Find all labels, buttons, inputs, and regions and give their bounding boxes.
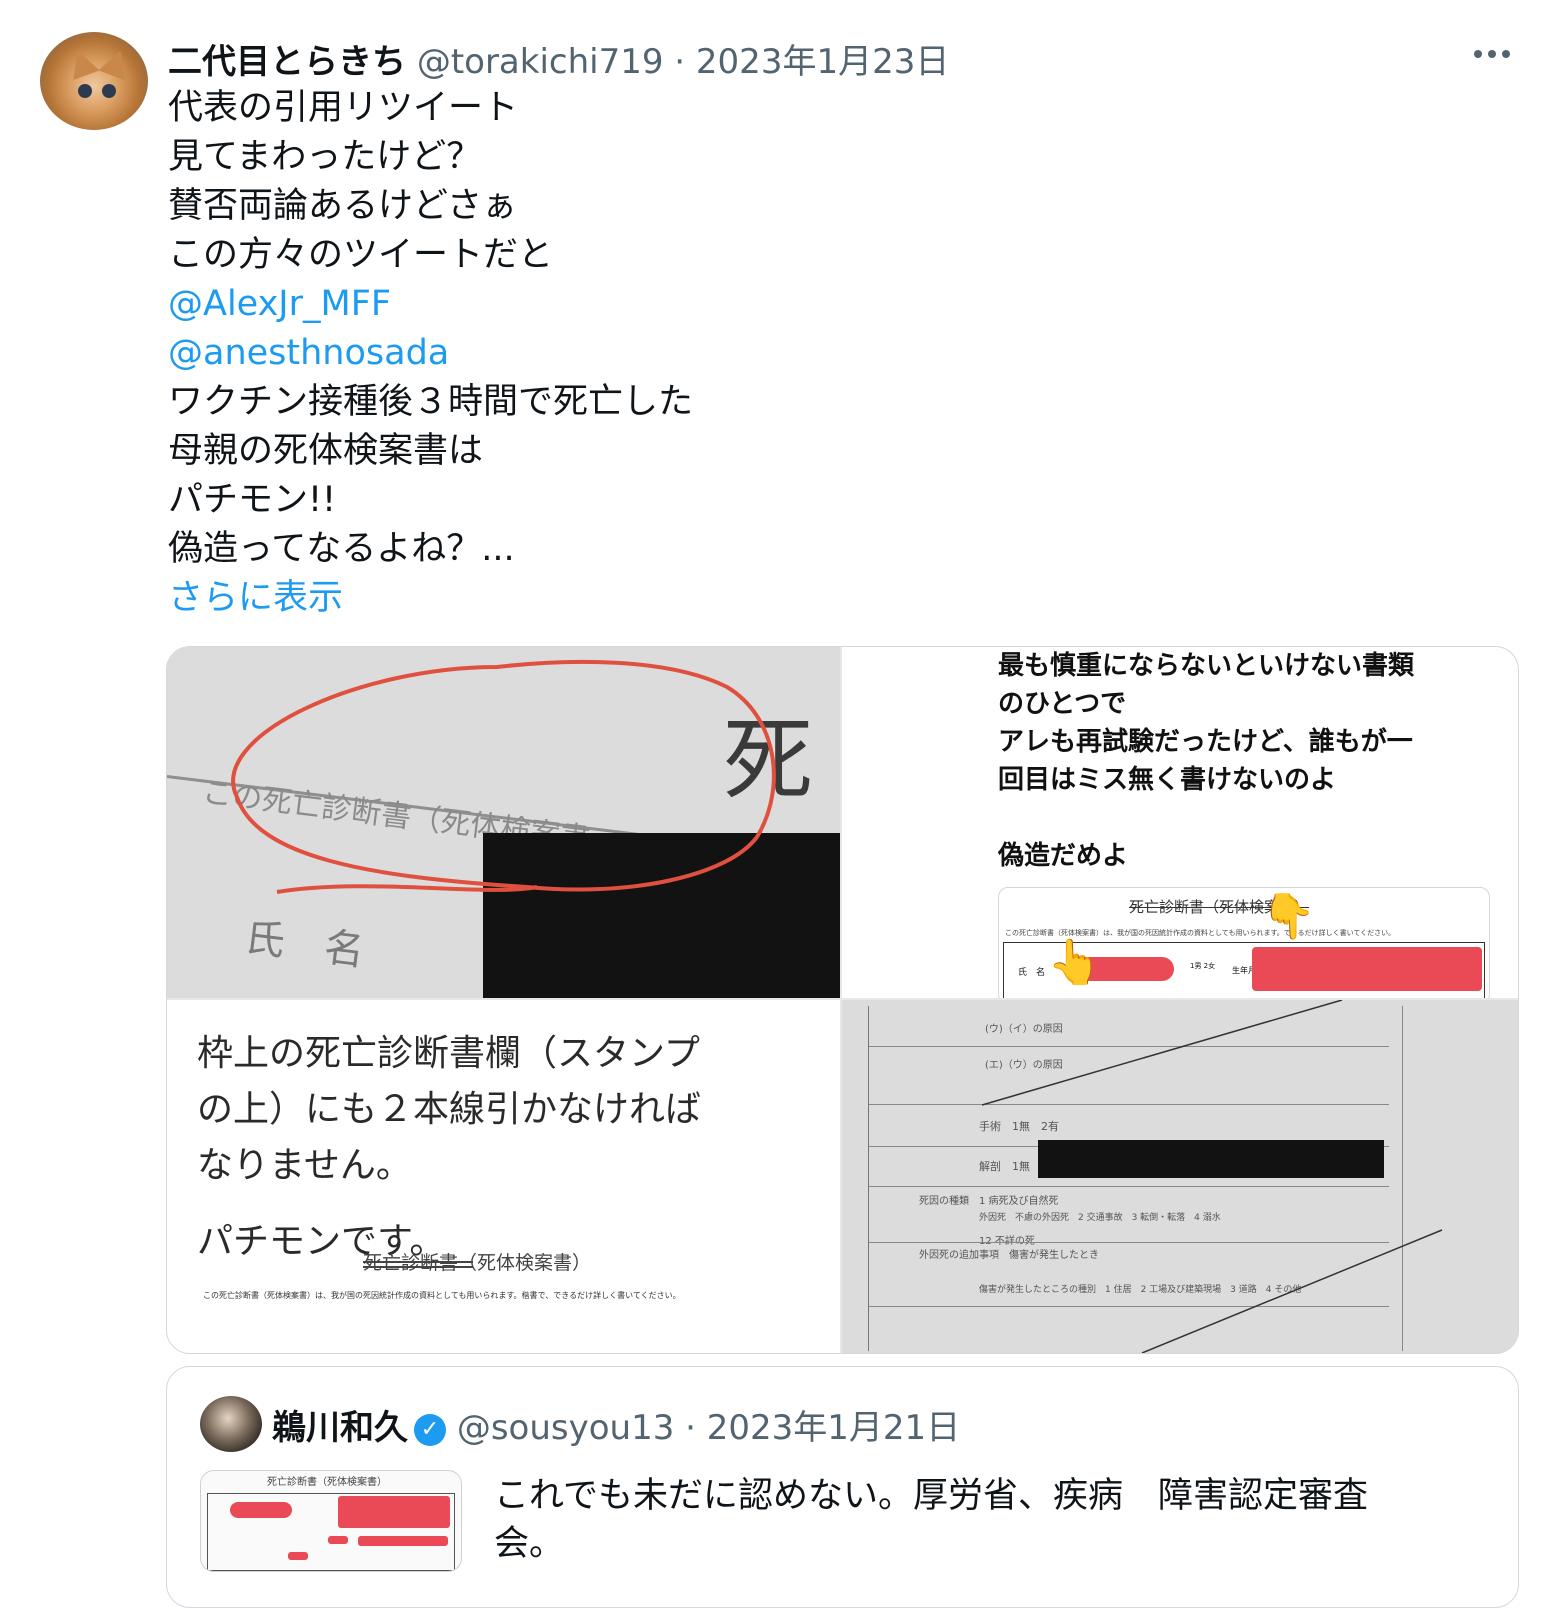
tweet-line: 母親の死体検案書は [168,431,484,471]
author-handle[interactable]: @torakichi719 [417,42,664,82]
avatar[interactable] [40,32,148,130]
tweet-line: 賛否両論あるけどさぁ [168,186,517,226]
redaction-name [230,1502,292,1518]
strike-line [363,1261,473,1263]
cat-ear-right [98,45,134,81]
form-note: この死亡診断書（死体検案書）は、我が国の死因統計作成の資料としても用いられます。… [203,1291,681,1300]
quoted-text-line: これでも未だに認めない。厚労省、疾病 障害認定審査 [494,1476,1368,1516]
pointing-hand-icon: 👆 [1047,937,1102,988]
card-line: 最も慎重にならないといけない書類 [998,651,1415,681]
quote-line: 枠上の死亡診断書欄（スタンプ [197,1033,700,1074]
quoted-text: これでも未だに認めない。厚労省、疾病 障害認定審査 会。 [494,1472,1368,1568]
card-line: のひとつで [998,689,1127,719]
diagonal-strike-lines [981,1000,1443,1353]
tweet-date[interactable]: 2023年1月23日 [696,42,949,82]
media-grid: 死 この死亡診断書（死体検案書 氏 名 最も慎重にならないといけない書類 のひと… [166,646,1519,1354]
cat-eye-right [102,84,116,98]
tweet-line: 見てまわったけど？ [168,137,482,177]
mention-link[interactable]: @AlexJr_MFF [168,280,693,329]
tweet-line: ワクチン接種後３時間で死亡した [168,382,694,422]
media-image-circled-stamp[interactable]: 死 この死亡診断書（死体検案書 氏 名 [167,647,840,998]
separator-dot: · [685,1408,696,1448]
quoted-text-line: 会。 [494,1524,565,1564]
card-line: 回目はミス無く書けないのよ [998,765,1337,795]
form-snippet: 死亡診断書（死体検案書） この死亡診断書（死体検案書）は、我が国の死因統計作成の… [998,887,1490,998]
mention-link[interactable]: @anesthnosada [168,329,693,378]
quote-line: なりません。 [197,1145,412,1186]
quoted-author-name[interactable]: 鵜川和久 [272,1408,408,1448]
redaction-small [328,1536,348,1544]
tweet-text: 代表の引用リツイート 見てまわったけど？ 賛否両論あるけどさぁ この方々のツイー… [168,84,693,623]
tweet-line: 偽造ってなるよね？... [168,529,515,569]
card-line: アレも再試験だったけど、誰もが一 [998,727,1413,757]
strike-line [363,1266,473,1268]
form-sex-label: 1男 2女 [1190,962,1216,970]
quoted-date[interactable]: 2023年1月21日 [707,1408,960,1448]
tweet-line: 代表の引用リツイート [168,88,519,128]
media-image-form-photo[interactable]: (ウ)（イ）の原因 (エ)（ウ）の原因 手術 1無 2有 解剖 1無 2有 死因… [842,1000,1518,1353]
redaction-small [358,1536,448,1546]
red-circle-annotation [231,659,776,894]
show-more-link[interactable]: さらに表示 [168,574,693,623]
quoted-handle[interactable]: @sousyou13 [457,1408,675,1448]
quoted-thumbnail[interactable]: 死亡診断書（死体検案書） [200,1470,462,1572]
cat-eye-left [78,84,92,98]
redaction-dob [338,1496,450,1528]
author-name[interactable]: 二代目とらきち [168,42,406,82]
quoted-avatar[interactable] [200,1396,262,1452]
quoted-header: 鵜川和久 ✓ @sousyou13 · 2023年1月21日 [272,1400,960,1449]
tweet-line: この方々のツイートだと [168,235,554,275]
quote-line: の上）にも２本線引かなければ [197,1089,702,1130]
more-options-icon[interactable] [1470,38,1514,68]
separator-dot: · [674,42,686,82]
redaction-dob [1252,947,1482,991]
thumb-title: 死亡診断書（死体検案書） [267,1477,387,1488]
cat-ear-left [64,45,100,81]
tweet-header: 二代目とらきち @torakichi719 · 2023年1月23日 [168,34,949,83]
redaction-small [288,1552,308,1560]
card-footer: 偽造だめよ [998,841,1129,871]
pointing-hand-icon: 👇 [1261,891,1316,942]
tweet-line: パチモン!! [168,480,337,520]
media-image-text-card[interactable]: 最も慎重にならないといけない書類 のひとつで アレも再試験だったけど、誰もが一 … [842,647,1518,998]
media-image-quote-card[interactable]: 枠上の死亡診断書欄（スタンプ の上）にも２本線引かなければ なりません。 パチモ… [167,1000,840,1353]
form-name-label: 氏 名 [1018,968,1046,978]
verified-badge-icon: ✓ [414,1413,446,1446]
